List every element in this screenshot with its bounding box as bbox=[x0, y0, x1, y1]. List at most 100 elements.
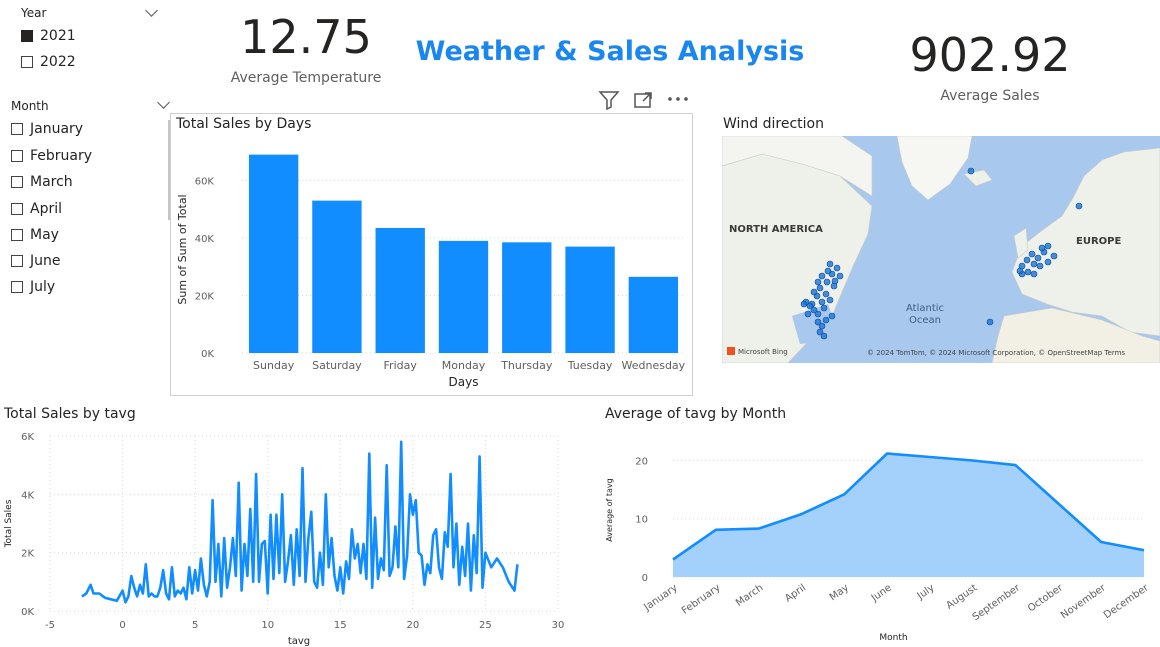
map-point bbox=[824, 267, 832, 275]
map[interactable]: NORTH AMERICA EUROPE Atlantic Ocean Micr… bbox=[722, 136, 1160, 363]
year-option-2022[interactable]: 2022 bbox=[21, 54, 76, 70]
year-option-label: 2022 bbox=[40, 54, 76, 70]
checkbox-2021[interactable] bbox=[21, 30, 33, 42]
map-point bbox=[1038, 244, 1046, 252]
map-point bbox=[810, 306, 818, 314]
line-chart-title: Total Sales by tavg bbox=[4, 406, 136, 422]
map-point bbox=[1036, 262, 1044, 270]
x-tick-label: 20 bbox=[406, 620, 419, 631]
y-tick-label: 4K bbox=[21, 490, 34, 501]
month-label: March bbox=[30, 174, 73, 190]
month-slicer-title: Month bbox=[11, 99, 49, 113]
map-point bbox=[816, 284, 824, 292]
map-point bbox=[818, 298, 826, 306]
y-tick-label: 0K bbox=[201, 349, 214, 360]
map-point bbox=[822, 290, 830, 298]
month-label: January bbox=[30, 121, 84, 137]
map-point bbox=[822, 316, 830, 324]
y-tick-label: 6K bbox=[21, 432, 34, 443]
filter-icon[interactable] bbox=[598, 90, 620, 110]
month-label: May bbox=[30, 227, 59, 243]
map-point bbox=[1024, 268, 1032, 276]
checkbox[interactable] bbox=[11, 150, 23, 162]
map-point bbox=[986, 318, 994, 326]
month-option-january[interactable]: January bbox=[11, 121, 83, 137]
month-label: April bbox=[30, 201, 62, 217]
area-fill bbox=[673, 453, 1144, 577]
month-option-april[interactable]: April bbox=[11, 201, 62, 217]
x-axis-label: Month bbox=[879, 633, 907, 643]
checkbox[interactable] bbox=[11, 123, 23, 135]
map-point bbox=[814, 278, 822, 286]
bar-thursday bbox=[502, 242, 552, 353]
map-point bbox=[818, 272, 826, 280]
x-tick-label: April bbox=[783, 582, 808, 604]
checkbox[interactable] bbox=[11, 176, 23, 188]
map-logo: Microsoft Bing bbox=[738, 348, 788, 356]
x-tick-label: Sunday bbox=[253, 359, 295, 372]
x-tick-label: September bbox=[971, 582, 1023, 623]
map-label-ocean-2: Ocean bbox=[909, 315, 941, 326]
map-label-europe: EUROPE bbox=[1076, 236, 1121, 247]
chevron-down-icon[interactable] bbox=[157, 96, 170, 109]
map-point bbox=[831, 277, 839, 285]
map-point bbox=[833, 264, 841, 272]
x-tick-label: January bbox=[642, 582, 680, 613]
bing-logo-icon bbox=[727, 347, 735, 355]
x-tick-label: Friday bbox=[384, 359, 418, 372]
kpi-sales-value: 902.92 bbox=[909, 28, 1071, 82]
map-label-ocean: Atlantic bbox=[906, 303, 944, 314]
map-point bbox=[810, 288, 818, 296]
map-point bbox=[1016, 267, 1024, 275]
map-point bbox=[823, 278, 831, 286]
y-axis-label: Total Sales bbox=[4, 499, 14, 548]
month-label: July bbox=[30, 279, 56, 295]
bar-monday bbox=[438, 240, 489, 353]
checkbox[interactable] bbox=[11, 281, 23, 293]
x-tick-label: 30 bbox=[552, 620, 565, 631]
report-title: Weather & Sales Analysis bbox=[415, 36, 805, 67]
area-chart-title: Average of tavg by Month bbox=[605, 406, 787, 422]
map-point bbox=[1050, 252, 1058, 260]
checkbox[interactable] bbox=[11, 229, 23, 241]
month-option-june[interactable]: June bbox=[11, 253, 61, 269]
focus-mode-icon[interactable] bbox=[633, 90, 653, 110]
map-point bbox=[836, 272, 844, 280]
map-point bbox=[1023, 256, 1031, 264]
map-point bbox=[800, 300, 808, 308]
checkbox[interactable] bbox=[11, 203, 23, 215]
map-point bbox=[826, 260, 834, 268]
checkbox[interactable] bbox=[11, 255, 23, 267]
bar-sunday bbox=[248, 154, 299, 353]
map-point bbox=[1028, 250, 1036, 258]
x-tick-label: Saturday bbox=[312, 359, 362, 372]
x-tick-label: July bbox=[915, 582, 937, 602]
x-tick-label: February bbox=[680, 582, 723, 616]
x-tick-label: 5 bbox=[192, 620, 198, 631]
month-option-march[interactable]: March bbox=[11, 174, 73, 190]
x-tick-label: 0 bbox=[119, 620, 125, 631]
y-tick-label: 2K bbox=[21, 549, 34, 560]
x-tick-label: Monday bbox=[442, 359, 486, 372]
map-point bbox=[804, 310, 812, 318]
map-point bbox=[1044, 242, 1052, 250]
series-line-total-sales bbox=[81, 440, 519, 604]
month-option-may[interactable]: May bbox=[11, 227, 59, 243]
line-chart: 0K 2K 4K 6K -5 0 5 10 15 20 25 30 tavg Total Sales bbox=[4, 432, 565, 647]
chevron-down-icon[interactable] bbox=[145, 4, 158, 17]
map-point bbox=[967, 167, 975, 175]
year-option-2021[interactable]: 2021 bbox=[21, 28, 76, 44]
kpi-sales-label: Average Sales bbox=[940, 88, 1040, 104]
x-tick-label: March bbox=[734, 582, 765, 608]
year-slicer-title: Year bbox=[21, 6, 47, 20]
y-tick-label: 40K bbox=[195, 234, 215, 245]
month-option-february[interactable]: February bbox=[11, 148, 92, 164]
x-tick-label: Thursday bbox=[500, 359, 553, 372]
checkbox-2022[interactable] bbox=[21, 56, 33, 68]
x-tick-label: June bbox=[869, 582, 894, 604]
more-options-icon[interactable] bbox=[667, 94, 689, 104]
month-option-july[interactable]: July bbox=[11, 279, 55, 295]
month-label: June bbox=[30, 253, 61, 269]
bar-wednesday bbox=[628, 276, 679, 353]
y-tick-label: 20 bbox=[635, 456, 648, 467]
